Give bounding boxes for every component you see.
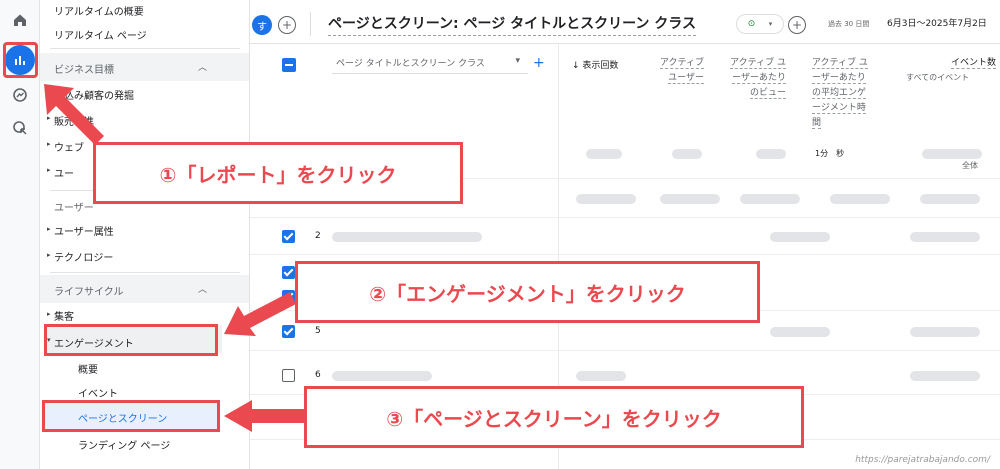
col-views-label: 表示回数 [582, 61, 619, 71]
col-active-users[interactable]: アクティブ ユーザー [652, 56, 704, 86]
report-header: す + ページとスクリーン: ページ タイトルとスクリーン クラス ⊙ ▾ + … [250, 0, 1000, 44]
date-label: 過去 30 日間 [828, 20, 870, 28]
home-icon[interactable] [7, 7, 33, 33]
blurred-value [922, 149, 982, 159]
col-label: アクティブ ユーザーあたりの平均エンゲージメント時間 [812, 58, 868, 129]
section-user: ユーザー [54, 203, 94, 214]
chevron-up-icon[interactable]: ︿ [198, 60, 207, 73]
select-all-checkbox[interactable] [282, 58, 296, 72]
expand-icon[interactable]: ▸ [47, 166, 51, 174]
blurred-value [910, 327, 980, 337]
divider [50, 48, 240, 49]
blurred-value [660, 194, 720, 204]
nav-user-behavior[interactable]: ユー [54, 165, 74, 180]
blurred-value [332, 371, 432, 381]
arrow-down-icon: ↓ [572, 61, 580, 71]
divider [310, 12, 311, 36]
row-checkbox[interactable] [282, 369, 295, 382]
row-number: 6 [315, 370, 321, 380]
blurred-value [920, 194, 980, 204]
watermark: https://parejatrabajando.com/ [855, 455, 990, 465]
dimension-select[interactable]: ページ タイトルとスクリーン クラス ▾ [332, 56, 528, 74]
callout-step3: ③「ページとスクリーン」をクリック [304, 386, 804, 448]
expand-icon[interactable]: ▸ [47, 310, 51, 318]
col-avg-engagement[interactable]: アクティブ ユーザーあたりの平均エンゲージメント時間 [812, 56, 868, 131]
status-pill[interactable]: ⊙ ▾ [736, 14, 784, 34]
expand-icon[interactable]: ▸ [47, 251, 51, 259]
collapse-icon[interactable]: ▾ [47, 336, 51, 344]
callout-step1: ①「レポート」をクリック [93, 142, 463, 204]
blurred-value [586, 149, 622, 159]
reports-highlight [3, 42, 38, 78]
icon-rail [0, 0, 40, 469]
blurred-value [910, 232, 980, 242]
nav-events[interactable]: イベント [78, 385, 118, 400]
event-filter[interactable]: すべてのイベント [906, 72, 969, 83]
row-number: 2 [315, 231, 321, 241]
blurred-value [910, 371, 980, 381]
col-label: イベント数 [950, 58, 996, 69]
nav-pages-and-screens[interactable]: ページとスクリーン [78, 410, 167, 425]
blurred-value [770, 232, 830, 242]
blurred-value [756, 149, 786, 159]
chevron-up-icon[interactable]: ︿ [198, 282, 207, 295]
dimension-label: ページ タイトルとスクリーン クラス [336, 59, 485, 69]
nav-acquisition[interactable]: 集客 [54, 308, 74, 323]
arrow-to-reports-icon [44, 84, 104, 145]
chevron-down-icon: ▾ [768, 20, 773, 28]
row-number: 5 [315, 326, 321, 336]
nav-technology[interactable]: テクノロジー [54, 249, 113, 264]
arrow-to-pages-icon [224, 400, 304, 432]
callout-step2: ②「エンゲージメント」をクリック [295, 261, 760, 323]
nav-user-attributes[interactable]: ユーザー属性 [54, 223, 114, 238]
arrow-to-engagement-icon [224, 292, 296, 336]
page-title: ページとスクリーン: ページ タイトルとスクリーン クラス [328, 13, 696, 36]
avg-engagement-total: 1分 秒 [815, 149, 845, 158]
nav-landing-page[interactable]: ランディング ページ [78, 437, 170, 452]
divider [50, 272, 240, 273]
blurred-value [770, 327, 830, 337]
row-divider [250, 217, 1000, 218]
total-label: 全体 [962, 161, 978, 170]
col-views-per-user[interactable]: アクティブ ユーザーあたりのビュー [730, 56, 786, 101]
col-label: アクティブ ユーザーあたりのビュー [730, 58, 786, 99]
nav-overview[interactable]: 概要 [78, 361, 98, 376]
add-dimension-icon[interactable]: + [533, 55, 545, 71]
col-label: アクティブ ユーザー [659, 58, 704, 84]
nav-realtime-overview[interactable]: リアルタイムの概要 [54, 3, 144, 18]
nav-realtime-pages[interactable]: リアルタイム ページ [54, 27, 147, 42]
add-comparison-icon[interactable]: + [278, 16, 296, 34]
advertising-icon[interactable] [7, 115, 33, 141]
col-views[interactable]: ↓ 表示回数 [572, 58, 618, 71]
date-range[interactable]: 6月3日～2025年7月2日 [887, 16, 987, 29]
blurred-value [672, 149, 702, 159]
section-label: ビジネス目標 [54, 65, 114, 76]
row-divider [250, 350, 1000, 351]
expand-icon[interactable]: ▸ [47, 225, 51, 233]
check-circle-icon: ⊙ [747, 19, 756, 29]
blurred-value [740, 194, 800, 204]
row-checkbox[interactable] [282, 230, 295, 243]
col-event-count[interactable]: イベント数 [900, 56, 996, 71]
blurred-value [576, 371, 626, 381]
add-filter-icon[interactable]: + [788, 16, 806, 34]
blurred-value [332, 232, 482, 242]
chevron-down-icon: ▾ [515, 56, 520, 66]
row-checkbox[interactable] [282, 266, 295, 279]
blurred-value [830, 194, 890, 204]
nav-engagement[interactable]: エンゲージメント [54, 335, 134, 350]
avatar[interactable]: す [252, 15, 272, 35]
section-label: ライフサイクル [54, 287, 124, 298]
blurred-value [576, 194, 636, 204]
row-divider [250, 254, 1000, 255]
explore-icon[interactable] [7, 82, 33, 108]
report-sidebar: リアルタイムの概要 リアルタイム ページ ビジネス目標 ︿ 見込み顧客の発掘 ▸… [40, 0, 250, 469]
